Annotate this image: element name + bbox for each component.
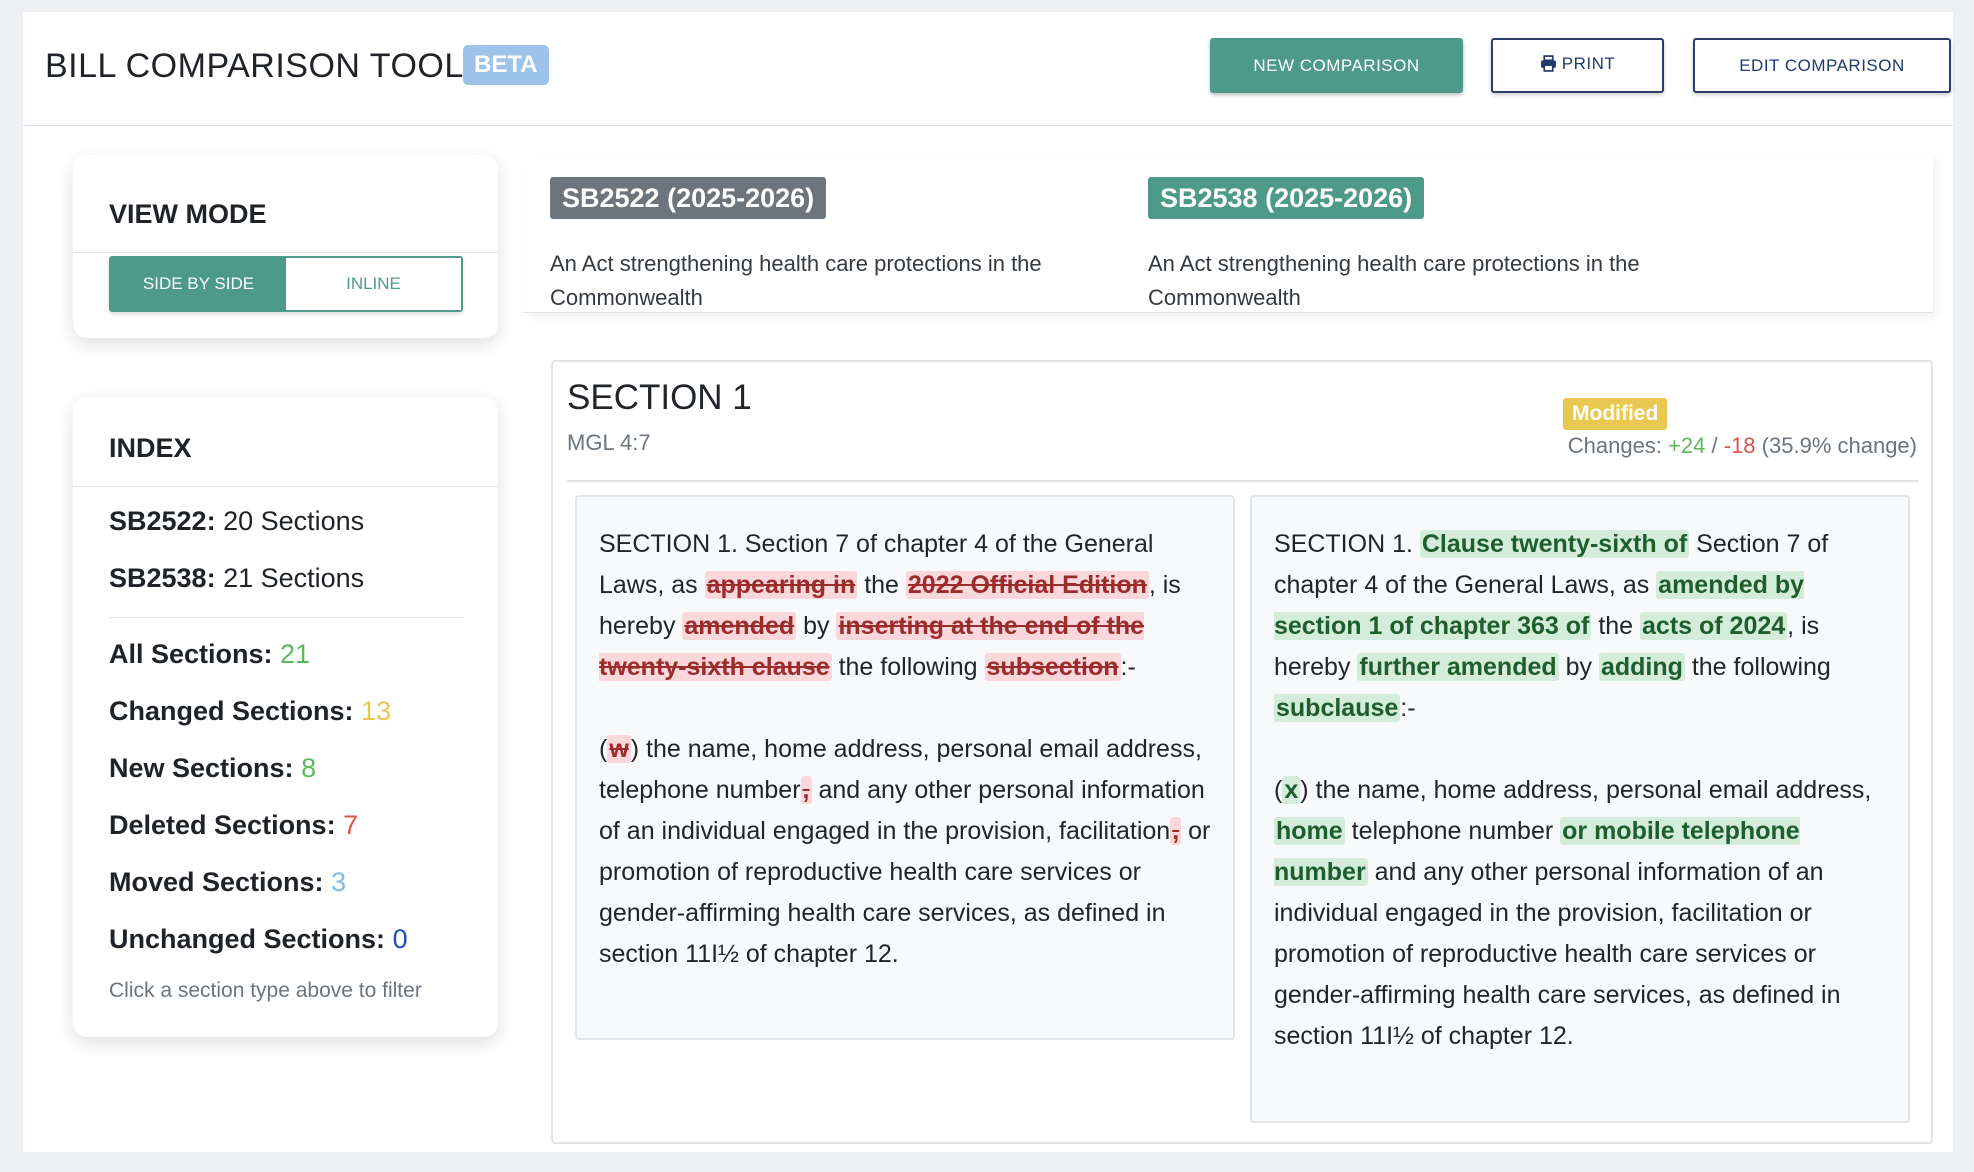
print-label: PRINT xyxy=(1561,54,1616,73)
unchanged-text: by xyxy=(1558,653,1599,681)
unchanged-text: by xyxy=(796,612,837,640)
section-card: SECTION 1 MGL 4:7 Modified Changes: +24 … xyxy=(551,360,1933,1144)
inserted-text: acts of 2024 xyxy=(1640,612,1788,640)
new-paragraph-2: (x) the name, home address, personal ema… xyxy=(1274,770,1886,1057)
inserted-text: adding xyxy=(1598,653,1685,681)
unchanged-text: ) the name, home address, personal email… xyxy=(1300,776,1872,804)
new-bill-tag: SB2538 (2025-2026) xyxy=(1148,177,1425,219)
unchanged-text: telephone number xyxy=(1344,817,1561,845)
deleted-text: amended xyxy=(682,612,797,640)
old-bill-tag: SB2522 (2025-2026) xyxy=(550,177,827,219)
old-text-panel: SECTION 1. Section 7 of chapter 4 of the… xyxy=(575,495,1235,1040)
bill-count-sb2522: SB2522: 20 Sections xyxy=(109,506,365,536)
index-title: INDEX xyxy=(109,433,192,463)
section-title: SECTION 1 xyxy=(567,378,752,417)
side-by-side-option[interactable]: SIDE BY SIDE xyxy=(111,258,286,310)
deleted-text: subsection xyxy=(984,653,1121,681)
unchanged-text: the xyxy=(857,571,906,599)
view-mode-card: VIEW MODE SIDE BY SIDE INLINE xyxy=(73,155,498,338)
deleted-text: 2022 Official Edition xyxy=(905,571,1149,599)
filter-unchanged-sections[interactable]: Unchanged Sections: 0 xyxy=(109,924,408,955)
print-button[interactable]: PRINT xyxy=(1491,38,1664,93)
unchanged-text: and any other personal information of an… xyxy=(1274,858,1841,1050)
new-paragraph-1: SECTION 1. Clause twenty-sixth of Sectio… xyxy=(1274,524,1886,729)
beta-badge: BETA xyxy=(463,45,549,85)
view-mode-divider xyxy=(73,252,498,253)
index-card: INDEX SB2522: 20 Sections SB2538: 21 Sec… xyxy=(73,397,498,1037)
unchanged-text: the xyxy=(1591,612,1641,640)
inserted-text: further amended xyxy=(1357,653,1559,681)
deleted-text: , xyxy=(800,776,812,804)
deleted-text: appearing in xyxy=(704,571,858,599)
deleted-text: w xyxy=(607,735,631,763)
app-title: BILL COMPARISON TOOL xyxy=(45,47,464,85)
section-citation: MGL 4:7 xyxy=(567,430,651,455)
unchanged-text: the following xyxy=(1684,653,1831,681)
change-summary: Changes: +24 / -18 (35.9% change) xyxy=(1567,433,1917,458)
unchanged-text: :- xyxy=(1120,653,1136,681)
unchanged-text: the following xyxy=(831,653,985,681)
unchanged-text: SECTION 1. xyxy=(1274,530,1420,558)
filter-new-sections[interactable]: New Sections: 8 xyxy=(109,753,316,784)
filter-changed-sections[interactable]: Changed Sections: 13 xyxy=(109,696,391,727)
modified-badge: Modified xyxy=(1563,398,1668,430)
new-comparison-button[interactable]: NEW COMPARISON xyxy=(1210,38,1463,93)
deleted-text: , xyxy=(1170,817,1182,845)
edit-comparison-button[interactable]: EDIT COMPARISON xyxy=(1693,38,1951,93)
old-bill-description: An Act strengthening health care protect… xyxy=(550,251,1042,310)
filter-deleted-sections[interactable]: Deleted Sections: 7 xyxy=(109,810,358,841)
inserted-text: home xyxy=(1274,817,1345,845)
new-text-panel: SECTION 1. Clause twenty-sixth of Sectio… xyxy=(1250,495,1910,1123)
new-bill-description: An Act strengthening health care protect… xyxy=(1148,251,1640,310)
filter-hint: Click a section type above to filter xyxy=(109,979,422,1002)
unchanged-text: :- xyxy=(1400,694,1416,722)
bill-count-sb2538: SB2538: 21 Sections xyxy=(109,563,365,593)
inline-option[interactable]: INLINE xyxy=(286,258,461,310)
bill-header: SB2522 (2025-2026) An Act strengthening … xyxy=(523,155,1933,313)
view-mode-toggle: SIDE BY SIDE INLINE xyxy=(109,256,463,312)
printer-icon xyxy=(1540,55,1557,77)
filter-all-sections[interactable]: All Sections: 21 xyxy=(109,639,310,670)
view-mode-title: VIEW MODE xyxy=(109,199,267,229)
inserted-text: Clause twenty-sixth of xyxy=(1419,530,1690,558)
old-paragraph-1: SECTION 1. Section 7 of chapter 4 of the… xyxy=(599,524,1211,688)
index-divider-top xyxy=(73,486,498,487)
inserted-text: x xyxy=(1282,776,1301,804)
inserted-text: subclause xyxy=(1274,694,1401,722)
old-paragraph-2: (w) the name, home address, personal ema… xyxy=(599,729,1211,975)
index-divider-mid xyxy=(109,617,463,618)
filter-moved-sections[interactable]: Moved Sections: 3 xyxy=(109,867,346,898)
section-divider xyxy=(567,480,1919,482)
app-window: BILL COMPARISON TOOL BETA NEW COMPARISON… xyxy=(23,12,1953,1152)
top-bar: BILL COMPARISON TOOL BETA NEW COMPARISON… xyxy=(23,12,1953,126)
